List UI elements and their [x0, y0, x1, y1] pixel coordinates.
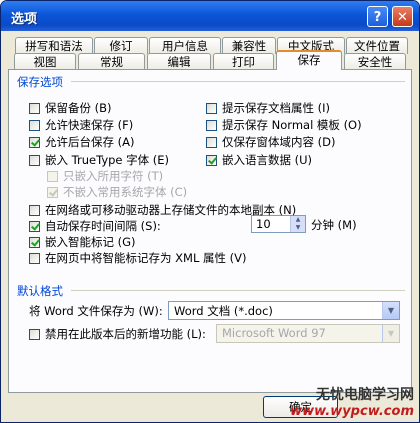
tab-back-3[interactable]: 兼容性 [222, 37, 276, 54]
save-options-legend: 保存选项 [17, 75, 63, 89]
save-left-5: 不嵌入常用系统字体 (C) [47, 184, 187, 200]
save-left-0-label: 保留备份 (B) [45, 101, 112, 115]
title-bar[interactable]: 选项 ? ✕ [1, 1, 419, 31]
tab-front-3[interactable]: 打印 [213, 53, 274, 70]
tab-front-1[interactable]: 常规 [78, 53, 145, 70]
save-right-1-label: 提示保存 Normal 模板 (O) [222, 118, 362, 132]
tab-back-0[interactable]: 拼写和语法 [15, 37, 93, 54]
save-as-select[interactable]: Word 文档 (*.doc) ▼ [168, 301, 400, 320]
save-right-3-label: 嵌入语言数据 (U) [222, 153, 313, 167]
save-full-2-label: 嵌入智能标记 (G) [45, 235, 136, 249]
default-format-legend: 默认格式 [17, 284, 63, 298]
version-select: Microsoft Word 97 ▼ [216, 324, 400, 343]
save-full-2[interactable]: 嵌入智能标记 (G) [29, 234, 136, 250]
save-full-0[interactable]: 在网络或可移动驱动器上存储文件的本地副本 (N) [29, 202, 296, 218]
save-left-2-label: 允许后台保存 (A) [45, 135, 135, 149]
save-right-0-label: 提示保存文档属性 (I) [222, 101, 331, 115]
tab-back-1[interactable]: 修订 [94, 37, 148, 54]
save-right-1[interactable]: 提示保存 Normal 模板 (O) [206, 117, 362, 133]
save-full-3[interactable]: 在网页中将智能标记存为 XML 属性 (V) [29, 250, 247, 266]
chevron-down-icon: ▼ [382, 325, 399, 342]
chevron-down-icon[interactable]: ▼ [382, 302, 399, 319]
save-full-0-label: 在网络或可移动驱动器上存储文件的本地副本 (N) [45, 203, 297, 217]
save-left-4: 只嵌入所用字符 (T) [47, 168, 163, 184]
checkbox-icon[interactable] [29, 119, 40, 131]
save-full-1[interactable]: 自动保存时间间隔 (S): [29, 218, 161, 234]
save-left-4-label: 只嵌入所用字符 (T) [63, 169, 164, 183]
close-button[interactable]: ✕ [392, 6, 413, 27]
divider [71, 290, 405, 291]
watermark: 无忧电脑学习网 www.wypcw.com [290, 384, 414, 419]
save-right-2[interactable]: 仅保存窗体域内容 (D) [206, 134, 335, 150]
save-as-label: 将 Word 文件保存为 (W): [29, 304, 163, 318]
checkbox-icon[interactable] [29, 328, 40, 340]
save-full-1-label: 自动保存时间间隔 (S): [45, 219, 161, 233]
help-button[interactable]: ? [367, 6, 388, 27]
checkbox-icon[interactable] [29, 102, 40, 114]
spinner-arrows-icon[interactable]: ▲ ▼ [290, 216, 305, 232]
checkbox-icon[interactable] [206, 136, 217, 148]
tab-back-5[interactable]: 文件位置 [346, 37, 408, 54]
disable-features-checkbox-label: 禁用在此版本后的新增功能 (L): [45, 327, 206, 341]
disable-features-checkbox[interactable]: 禁用在此版本后的新增功能 (L): [29, 326, 206, 342]
checkbox-icon[interactable] [29, 220, 40, 232]
save-left-5-label: 不嵌入常用系统字体 (C) [63, 185, 188, 199]
save-left-1-label: 允许快速保存 (F) [45, 118, 134, 132]
save-full-3-label: 在网页中将智能标记存为 XML 属性 (V) [45, 251, 247, 265]
version-select-value: Microsoft Word 97 [222, 326, 326, 340]
checkbox-icon [47, 170, 58, 182]
tab-front-0[interactable]: 视图 [14, 53, 76, 70]
save-right-0[interactable]: 提示保存文档属性 (I) [206, 100, 330, 116]
save-right-3[interactable]: 嵌入语言数据 (U) [206, 152, 312, 168]
checkbox-icon [47, 186, 58, 198]
save-left-0[interactable]: 保留备份 (B) [29, 100, 112, 116]
checkbox-icon[interactable] [29, 236, 40, 248]
save-tab-panel: 保存选项 10 ▲ ▼ 分钟 (M) 保留备份 (B) 允许快速保存 (F) 允许后台… [8, 69, 412, 393]
save-left-3[interactable]: 嵌入 TrueType 字体 (E) [29, 152, 169, 168]
checkbox-icon[interactable] [29, 154, 40, 166]
tab-front-5[interactable]: 安全性 [344, 53, 406, 70]
watermark-line2: www.wypcw.com [290, 404, 414, 419]
checkbox-icon[interactable] [206, 154, 217, 166]
save-as-select-value: Word 文档 (*.doc) [174, 304, 273, 318]
divider [71, 81, 405, 82]
save-right-2-label: 仅保存窗体域内容 (D) [222, 135, 336, 149]
tab-back-2[interactable]: 用户信息 [149, 37, 221, 54]
tab-front-2[interactable]: 编辑 [147, 53, 211, 70]
checkbox-icon[interactable] [206, 102, 217, 114]
save-left-3-label: 嵌入 TrueType 字体 (E) [45, 153, 170, 167]
options-dialog: 选项 ? ✕ 拼写和语法 修订 用户信息 兼容性 中文版式 文件位置 视图 常规 编辑 打印 保存安… [0, 0, 420, 423]
dialog-title: 选项 [11, 12, 38, 27]
checkbox-icon[interactable] [206, 119, 217, 131]
autosave-unit-label: 分钟 (M) [311, 218, 357, 232]
checkbox-icon[interactable] [29, 136, 40, 148]
tab-front-4[interactable]: 保存 [276, 50, 342, 70]
save-left-1[interactable]: 允许快速保存 (F) [29, 117, 133, 133]
watermark-line1: 无忧电脑学习网 [316, 387, 414, 403]
save-left-2[interactable]: 允许后台保存 (A) [29, 134, 135, 150]
checkbox-icon[interactable] [29, 252, 40, 264]
checkbox-icon[interactable] [29, 204, 40, 216]
